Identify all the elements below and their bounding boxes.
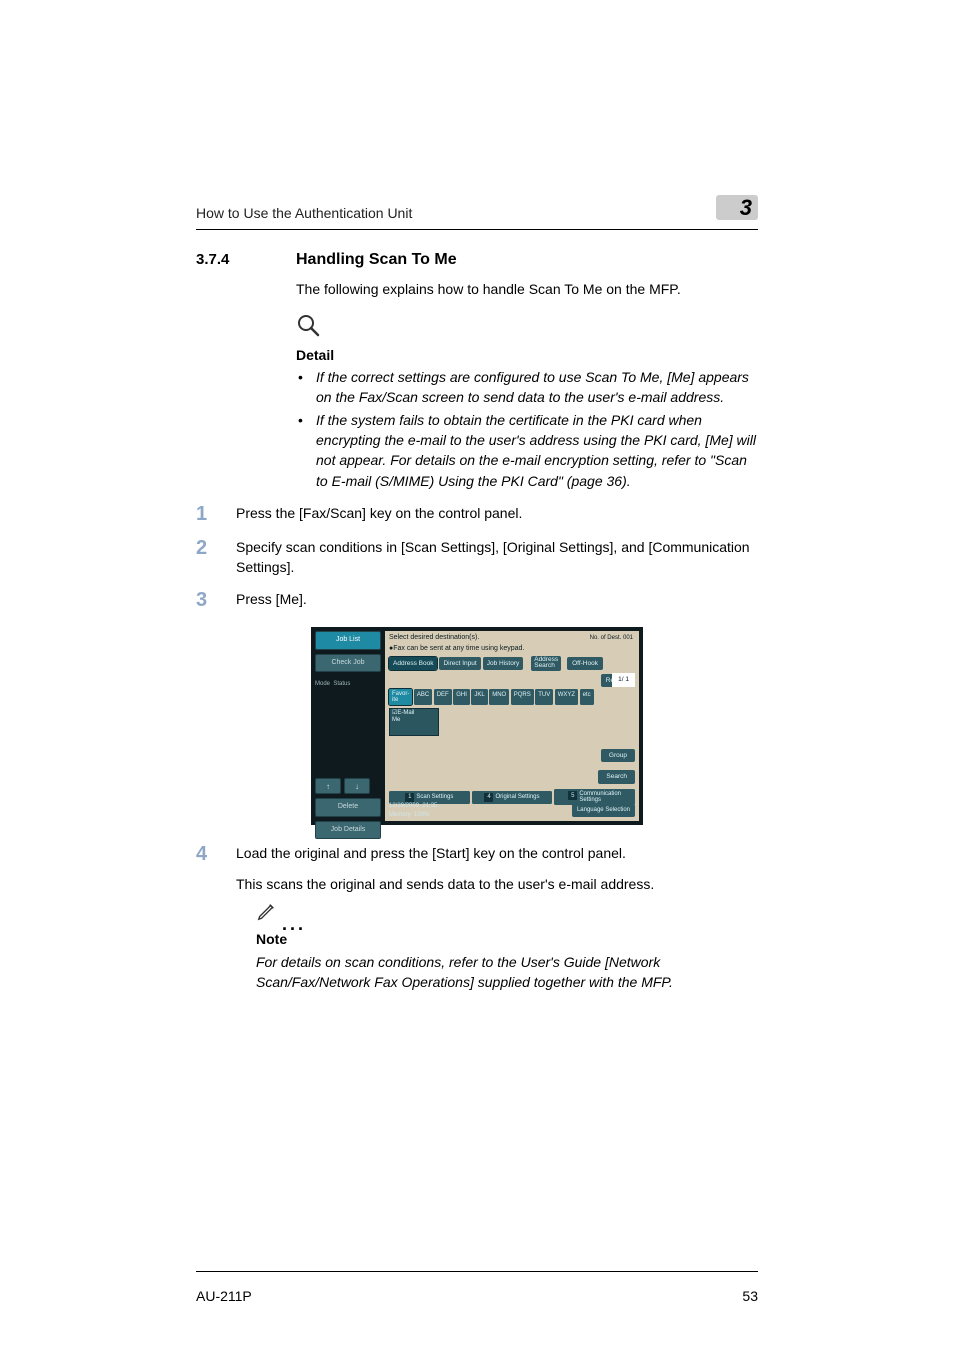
search-button[interactable]: Search [598,770,635,783]
scan-settings-label: Scan Settings [416,793,453,802]
section-intro: The following explains how to handle Sca… [296,279,758,299]
running-head: How to Use the Authentication Unit [196,205,758,221]
step-number: 3 [196,589,236,611]
scroll-up-button[interactable]: ↑ [315,778,341,794]
step-text: Press the [Fax/Scan] key on the control … [236,503,758,525]
chapter-number: 3 [740,195,758,220]
footer-memory-pct: 100% [414,812,429,818]
detail-heading: Detail [296,345,758,365]
etc-key[interactable]: etc [580,689,594,705]
footer-model: AU-211P [196,1288,252,1304]
me-card-email-line: ☑E-Mail [392,710,436,717]
mode-label: Mode [315,681,330,687]
job-list-button[interactable]: Job List [315,631,381,649]
badge: 1 [405,793,414,802]
tab-job-history[interactable]: Job History [483,657,524,670]
pen-icon [256,900,278,927]
pqrs-key[interactable]: PQRS [511,689,534,705]
jkl-key[interactable]: JKL [471,689,487,705]
step-result-text: This scans the original and sends data t… [236,874,758,894]
def-key[interactable]: DEF [434,689,452,705]
detail-bullet-list: If the correct settings are configured t… [296,367,758,491]
dest-count: 001 [623,635,633,641]
tuv-key[interactable]: TUV [535,689,553,705]
chapter-badge: 3 [716,195,758,220]
detail-bullet: If the correct settings are configured t… [296,367,758,408]
step-number: 4 [196,843,236,894]
ellipsis-icon: ... [282,919,306,929]
page-indicator: 1/ 1 [612,673,635,686]
footer-time: 21:35 [422,803,437,809]
check-job-button[interactable]: Check Job [315,654,381,672]
step-number: 1 [196,503,236,525]
me-card-label: Me [392,717,436,724]
language-selection-button[interactable]: Language Selection [572,804,635,817]
scroll-down-button[interactable]: ↓ [344,778,370,794]
badge: 4 [484,793,493,802]
footer-date: 12/29/2009 [389,803,419,809]
step-number: 2 [196,537,236,578]
job-details-button[interactable]: Job Details [315,821,381,839]
delete-button[interactable]: Delete [315,798,381,816]
off-hook-button[interactable]: Off-Hook [567,657,603,670]
footer-page-number: 53 [742,1288,758,1304]
abc-key[interactable]: ABC [414,689,432,705]
mfp-screenshot: Job List Check Job Mode Status ↑ ↓ Delet… [311,627,643,825]
mno-key[interactable]: MNO [489,689,509,705]
step-text: Load the original and press the [Start] … [236,843,758,863]
badge: 5 [568,791,577,800]
address-search-button[interactable]: Address Search [531,656,561,671]
section-number: 3.7.4 [196,249,296,271]
favorite-key[interactable]: Favor- ite [389,689,412,705]
detail-bullet: If the system fails to obtain the certif… [296,410,758,491]
broadcast-label: No. of Dest. [590,635,622,641]
wxyz-key[interactable]: WXYZ [555,689,578,705]
step-text: Press [Me]. [236,589,758,611]
group-button[interactable]: Group [601,749,635,762]
note-body: For details on scan conditions, refer to… [256,952,758,993]
section-title: Handling Scan To Me [296,248,457,271]
status-label: Status [333,681,350,687]
ghi-key[interactable]: GHI [453,689,470,705]
tab-address-book[interactable]: Address Book [389,657,437,670]
panel-message-2: ●Fax can be sent at any time using keypa… [385,644,639,656]
original-settings-label: Original Settings [495,793,539,802]
footer-rule [196,1271,758,1272]
me-destination-card[interactable]: ☑E-Mail Me [389,708,439,736]
magnifier-icon [296,313,320,342]
footer-memory-label: Memory [389,812,411,818]
note-heading: Note [256,929,758,949]
step-text: Specify scan conditions in [Scan Setting… [236,537,758,578]
tab-direct-input[interactable]: Direct Input [439,657,480,670]
